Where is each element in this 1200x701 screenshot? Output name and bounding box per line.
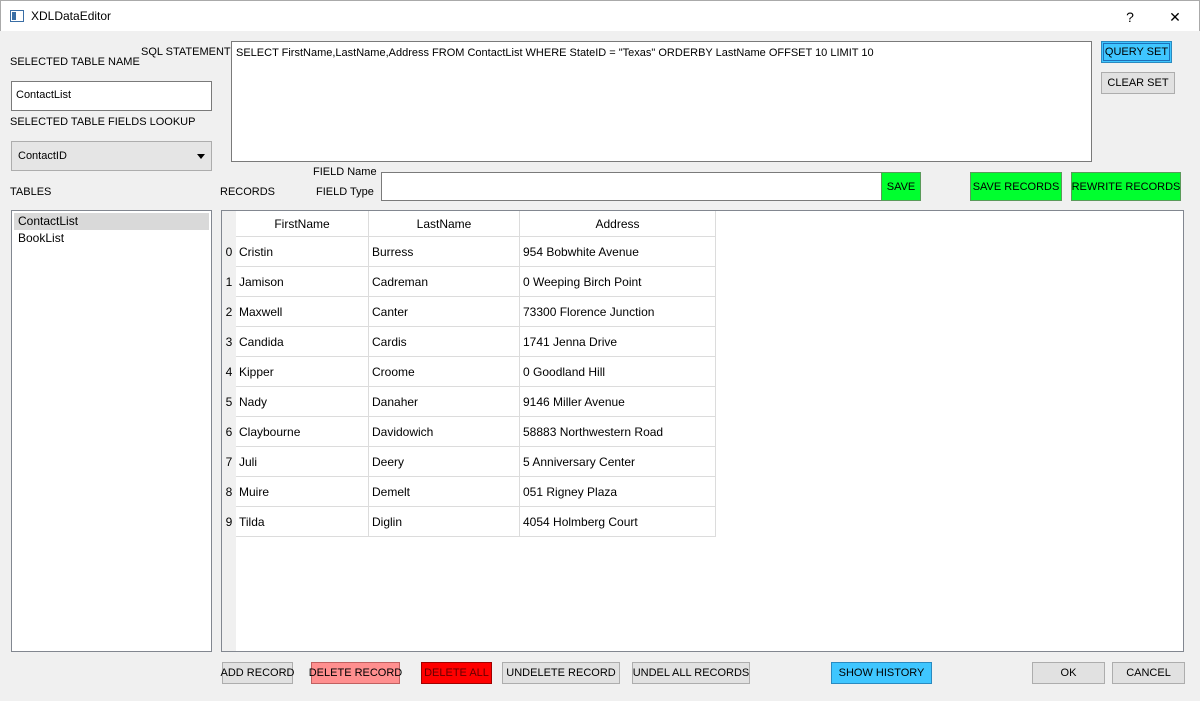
fields-lookup-select[interactable]: ContactID	[11, 141, 212, 171]
window-title: XDLDataEditor	[31, 9, 112, 23]
row-header[interactable]: 3	[222, 326, 236, 357]
undelete-record-button[interactable]: UNDELETE RECORD	[502, 662, 620, 684]
sql-statement-input[interactable]: SELECT FirstName,LastName,Address FROM C…	[231, 41, 1092, 162]
tables-list[interactable]: ContactList BookList	[11, 210, 212, 652]
cell-lastname[interactable]: Davidowich	[368, 416, 520, 447]
undel-all-records-button[interactable]: UNDEL ALL RECORDS	[632, 662, 750, 684]
ok-button[interactable]: OK	[1032, 662, 1105, 684]
table-row[interactable]: 2 Maxwell Canter 73300 Florence Junction	[222, 296, 716, 327]
add-record-button[interactable]: ADD RECORD	[221, 662, 294, 684]
cell-firstname[interactable]: Kipper	[236, 356, 369, 387]
table-row[interactable]: 6 Claybourne Davidowich 58883 Northweste…	[222, 416, 716, 447]
query-set-button[interactable]: QUERY SET	[1101, 41, 1172, 63]
cell-firstname[interactable]: Maxwell	[236, 296, 369, 327]
field-name-label: FIELD Name	[313, 166, 377, 178]
row-header[interactable]: 0	[222, 236, 236, 267]
row-header[interactable]: 9	[222, 506, 236, 537]
records-table: FirstName LastName Address 0 Cristin Bur…	[222, 211, 716, 537]
field-value-input[interactable]	[381, 172, 882, 201]
row-header[interactable]: 7	[222, 446, 236, 477]
list-item[interactable]: BookList	[14, 230, 209, 247]
cell-firstname[interactable]: Nady	[236, 386, 369, 417]
table-row[interactable]: 4 Kipper Croome 0 Goodland Hill	[222, 356, 716, 387]
row-header[interactable]: 1	[222, 266, 236, 297]
cell-address[interactable]: 5 Anniversary Center	[519, 446, 716, 477]
cell-lastname[interactable]: Diglin	[368, 506, 520, 537]
table-row[interactable]: 9 Tilda Diglin 4054 Holmberg Court	[222, 506, 716, 537]
records-label: RECORDS	[220, 186, 276, 198]
fields-lookup-value: ContactID	[18, 150, 67, 162]
cell-address[interactable]: 1741 Jenna Drive	[519, 326, 716, 357]
cell-firstname[interactable]: Tilda	[236, 506, 369, 537]
table-name-input[interactable]: ContactList	[11, 81, 212, 111]
cell-lastname[interactable]: Canter	[368, 296, 520, 327]
chevron-down-icon	[197, 153, 205, 159]
cell-address[interactable]: 9146 Miller Avenue	[519, 386, 716, 417]
table-row[interactable]: 8 Muire Demelt 051 Rigney Plaza	[222, 476, 716, 507]
delete-record-button[interactable]: DELETE RECORD	[309, 662, 402, 684]
save-button[interactable]: SAVE	[881, 172, 921, 201]
field-type-label: FIELD Type	[316, 186, 374, 198]
header-row: FirstName LastName Address	[222, 211, 716, 237]
cell-address[interactable]: 954 Bobwhite Avenue	[519, 236, 716, 267]
table-row[interactable]: 0 Cristin Burress 954 Bobwhite Avenue	[222, 236, 716, 267]
cell-address[interactable]: 58883 Northwestern Road	[519, 416, 716, 447]
table-row[interactable]: 3 Candida Cardis 1741 Jenna Drive	[222, 326, 716, 357]
cancel-button[interactable]: CANCEL	[1112, 662, 1185, 684]
selected-table-name-label: SELECTED TABLE NAME	[10, 56, 140, 68]
list-item[interactable]: ContactList	[14, 213, 209, 230]
cell-firstname[interactable]: Jamison	[236, 266, 369, 297]
cell-lastname[interactable]: Burress	[368, 236, 520, 267]
cell-address[interactable]: 73300 Florence Junction	[519, 296, 716, 327]
cell-firstname[interactable]: Muire	[236, 476, 369, 507]
column-header-address[interactable]: Address	[519, 211, 716, 237]
cell-firstname[interactable]: Candida	[236, 326, 369, 357]
show-history-button[interactable]: SHOW HISTORY	[831, 662, 932, 684]
cell-address[interactable]: 051 Rigney Plaza	[519, 476, 716, 507]
fields-lookup-label: SELECTED TABLE FIELDS LOOKUP	[10, 116, 196, 128]
app-icon	[10, 10, 24, 22]
grid-corner	[222, 211, 236, 237]
cell-firstname[interactable]: Juli	[236, 446, 369, 477]
help-button[interactable]: ?	[1115, 6, 1145, 28]
sql-statement-label: SQL STATEMENT	[141, 46, 231, 58]
cell-firstname[interactable]: Claybourne	[236, 416, 369, 447]
row-header[interactable]: 5	[222, 386, 236, 417]
table-row[interactable]: 7 Juli Deery 5 Anniversary Center	[222, 446, 716, 477]
cell-lastname[interactable]: Cadreman	[368, 266, 520, 297]
clear-set-button[interactable]: CLEAR SET	[1101, 72, 1175, 94]
title-bar: XDLDataEditor ? ✕	[0, 0, 1200, 31]
cell-firstname[interactable]: Cristin	[236, 236, 369, 267]
tables-label: TABLES	[10, 186, 52, 198]
cell-lastname[interactable]: Croome	[368, 356, 520, 387]
cell-lastname[interactable]: Cardis	[368, 326, 520, 357]
cell-lastname[interactable]: Demelt	[368, 476, 520, 507]
row-header[interactable]: 6	[222, 416, 236, 447]
cell-lastname[interactable]: Deery	[368, 446, 520, 477]
cell-lastname[interactable]: Danaher	[368, 386, 520, 417]
records-grid[interactable]: FirstName LastName Address 0 Cristin Bur…	[221, 210, 1184, 652]
save-records-button[interactable]: SAVE RECORDS	[970, 172, 1062, 201]
column-header-firstname[interactable]: FirstName	[236, 211, 369, 237]
delete-all-button[interactable]: DELETE ALL	[421, 662, 492, 684]
cell-address[interactable]: 4054 Holmberg Court	[519, 506, 716, 537]
row-header[interactable]: 2	[222, 296, 236, 327]
close-icon[interactable]: ✕	[1160, 6, 1190, 28]
cell-address[interactable]: 0 Goodland Hill	[519, 356, 716, 387]
table-row[interactable]: 5 Nady Danaher 9146 Miller Avenue	[222, 386, 716, 417]
column-header-lastname[interactable]: LastName	[368, 211, 520, 237]
table-row[interactable]: 1 Jamison Cadreman 0 Weeping Birch Point	[222, 266, 716, 297]
cell-address[interactable]: 0 Weeping Birch Point	[519, 266, 716, 297]
row-header[interactable]: 4	[222, 356, 236, 387]
row-header[interactable]: 8	[222, 476, 236, 507]
rewrite-records-button[interactable]: REWRITE RECORDS	[1071, 172, 1181, 201]
